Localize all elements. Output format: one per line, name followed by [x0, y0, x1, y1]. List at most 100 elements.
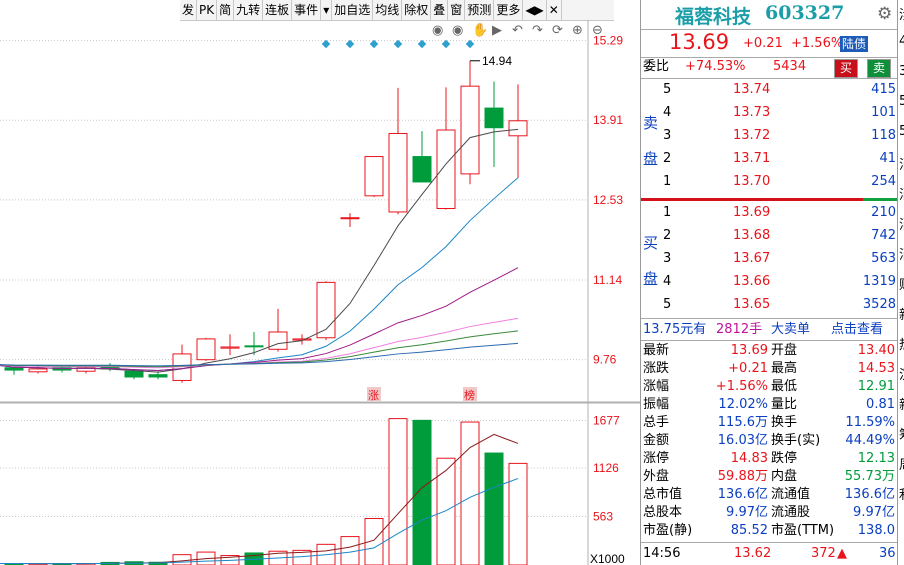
toolbar-button-6[interactable]: ▾	[321, 0, 333, 20]
stat-label2-5: 换手(实)	[771, 433, 821, 448]
side-tab-15[interactable]: 周	[899, 454, 904, 473]
side-tab-12[interactable]: 沉	[899, 364, 904, 383]
stat-value-9: 9.97亿	[726, 505, 768, 520]
stat-value2-5: 44.49%	[845, 433, 895, 448]
side-tab-13[interactable]: 新	[899, 394, 904, 413]
toolbar-button-10[interactable]: 叠	[431, 0, 449, 20]
sell-button[interactable]: 卖	[867, 59, 891, 78]
price-axis-label: 9.76	[593, 353, 617, 367]
zoom-out-icon[interactable]: ⊖	[592, 23, 603, 38]
tag-marker: 涨	[368, 389, 379, 402]
stat-value-1: +0.21	[728, 361, 768, 376]
stat-value-2: +1.56%	[715, 379, 768, 394]
side-tab-3[interactable]: 5	[899, 94, 904, 109]
buy-button[interactable]: 买	[834, 59, 858, 78]
high-price-label: 14.94	[482, 54, 512, 68]
side-tab-11[interactable]: 热	[899, 334, 904, 353]
side-tabs: 涉4355消消消消财新热沉新筹周利	[897, 0, 904, 565]
stat-label2-7: 内盘	[771, 469, 798, 484]
stat-label2-9: 流通股	[771, 505, 811, 520]
stat-label-1: 涨跌	[643, 361, 670, 376]
ask-book: 5 13.74 415 4 13.73 101 3 13.72 118 2 13.71 41 1 13.7…	[641, 80, 898, 198]
zoom-in-icon[interactable]: ⊕	[572, 23, 583, 38]
big-order-link[interactable]: 点击查看	[831, 320, 883, 340]
toolbar-button-3[interactable]: 九转	[234, 0, 264, 20]
connect-badge[interactable]: 陆债	[840, 36, 869, 52]
toolbar-button-5[interactable]: 事件	[292, 0, 322, 20]
tag-marker: 榜	[464, 388, 475, 402]
volume-axis-label: 563	[593, 510, 613, 524]
sell-side-label-1: 卖	[643, 114, 659, 132]
side-tab-2[interactable]: 3	[899, 64, 904, 79]
chart-toolbar: 发 PK 简九转 连板 事件 ▾ 加自选 均线 除权叠窗预测 更多 ◀▶ ✕	[180, 0, 614, 21]
stat-value-10: 85.52	[730, 523, 768, 538]
bid-price-1: 13.69	[733, 205, 771, 220]
stats-table: 最新 13.69 开盘 13.40 涨跌 +0.21 最高 14.53 涨幅 +1.56% 最低 12…	[641, 342, 898, 542]
side-tab-10[interactable]: 新	[899, 304, 904, 323]
toolbar-button-15[interactable]: ✕	[547, 0, 562, 20]
side-tab-1[interactable]: 4	[899, 34, 904, 49]
redo-icon[interactable]: ↷	[532, 23, 544, 38]
toolbar-button-1[interactable]: PK	[197, 0, 218, 20]
ask-volume-3: 118	[871, 128, 896, 143]
event-diamond	[465, 39, 475, 49]
stat-label2-8: 流通值	[771, 487, 811, 502]
toolbar-button-9[interactable]: 除权	[402, 0, 432, 20]
stat-label-7: 外盘	[643, 469, 670, 484]
side-tab-9[interactable]: 财	[899, 274, 904, 293]
volume-axis-label: 1126	[593, 461, 619, 475]
play-icon[interactable]: ▶	[492, 23, 502, 38]
side-tab-4[interactable]: 5	[899, 124, 904, 139]
side-tab-8[interactable]: 消	[899, 244, 904, 263]
eye-icon[interactable]: ◉	[452, 23, 463, 38]
side-tab-0[interactable]: 涉	[899, 4, 904, 23]
kline-chart[interactable]: 15.2913.9112.5311.149.7616771126563X1000…	[0, 20, 640, 565]
toolbar-button-11[interactable]: 窗	[448, 0, 466, 20]
bid-volume-4: 1319	[862, 274, 896, 289]
candle-body	[364, 156, 384, 197]
stat-value-7: 59.88万	[717, 469, 768, 484]
toolbar-button-13[interactable]: 更多	[494, 0, 524, 20]
side-tab-16[interactable]: 利	[899, 484, 904, 503]
event-diamond	[441, 39, 451, 49]
tick-count: 36	[879, 546, 896, 561]
candle-body	[124, 370, 144, 378]
volume-bar	[388, 418, 408, 565]
candle-body	[508, 120, 528, 137]
toolbar-button-4[interactable]: 连板	[263, 0, 293, 20]
toolbar-button-0[interactable]: 发	[180, 0, 198, 20]
ma-line-30	[0, 317, 519, 369]
stat-label-6: 涨停	[643, 451, 670, 466]
side-tab-7[interactable]: 消	[899, 214, 904, 233]
refresh-icon[interactable]: ⟳	[552, 23, 563, 38]
ask-volume-2: 101	[871, 105, 896, 120]
stat-value2-2: 12.91	[857, 379, 895, 394]
ask-volume-1: 415	[871, 82, 896, 97]
eye-icon[interactable]: ◉	[432, 23, 443, 38]
stat-label-5: 金额	[643, 433, 670, 448]
stat-label-3: 振幅	[643, 397, 670, 412]
hand-icon[interactable]: ✋	[472, 22, 488, 38]
stat-label2-1: 最高	[771, 361, 798, 376]
undo-icon[interactable]: ↶	[512, 23, 523, 38]
price-change: +0.21	[743, 36, 783, 51]
candle-body	[196, 338, 216, 361]
big-order-row[interactable]: 13.75元有 2812手 大卖单 点击查看	[641, 320, 898, 340]
toolbar-button-2[interactable]: 简	[217, 0, 235, 20]
event-diamond	[417, 39, 427, 49]
toolbar-button-12[interactable]: 预测	[465, 0, 495, 20]
toolbar-button-8[interactable]: 均线	[373, 0, 403, 20]
side-tab-6[interactable]: 消	[899, 184, 904, 203]
toolbar-button-7[interactable]: 加自选	[332, 0, 374, 20]
toolbar-button-14[interactable]: ◀▶	[523, 0, 547, 20]
side-tab-14[interactable]: 筹	[899, 424, 904, 443]
stat-value2-6: 12.13	[857, 451, 895, 466]
event-diamond	[321, 39, 331, 49]
side-tab-5[interactable]: 消	[899, 154, 904, 173]
event-diamond	[345, 39, 355, 49]
candle-body	[340, 217, 360, 220]
candle-body	[388, 132, 408, 213]
bid-book: 1 13.69 210 2 13.68 742 3 13.67 563 4 13.66 1319 5 13…	[641, 203, 898, 321]
stat-value2-3: 0.81	[866, 397, 895, 412]
gear-icon[interactable]: ⚙	[877, 4, 892, 24]
